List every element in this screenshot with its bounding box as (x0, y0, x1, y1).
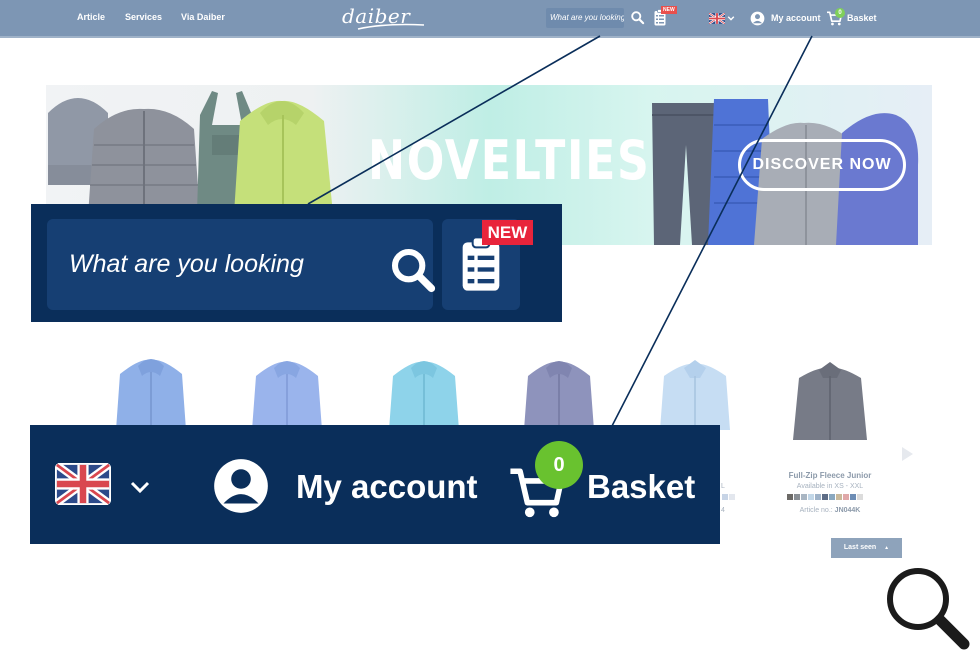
zoom-search-input[interactable]: What are you looking (47, 219, 436, 310)
my-account-link[interactable]: My account (296, 468, 478, 506)
callout-connector-lines (307, 35, 813, 427)
chevron-down-icon[interactable] (129, 480, 151, 494)
zoom-search-placeholder: What are you looking (69, 250, 304, 278)
zoom-callout-search: What are you looking NEW (31, 204, 562, 322)
basket-count-badge: 0 (535, 441, 583, 489)
account-icon[interactable] (213, 458, 269, 514)
search-icon[interactable] (387, 244, 439, 296)
magnifier-icon (887, 568, 970, 650)
zoom-callout-account: My account 0 Basket (30, 425, 720, 544)
new-badge: NEW (482, 220, 533, 245)
uk-flag-icon[interactable] (55, 463, 111, 505)
basket-link[interactable]: Basket (587, 468, 695, 506)
